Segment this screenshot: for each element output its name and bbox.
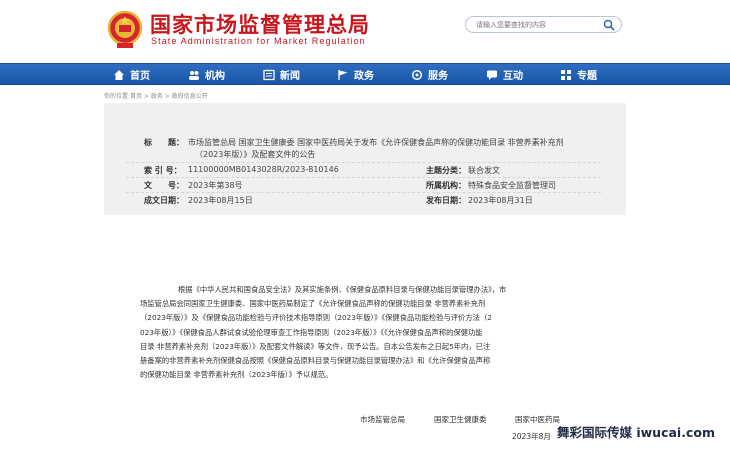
nav-label: 政务 (354, 71, 374, 82)
nav-label: 服务 (428, 71, 448, 82)
doc-number-value: 2023年第38号 (188, 181, 243, 190)
organization-value: 特殊食品安全监督管理司 (468, 181, 556, 190)
people-icon (189, 70, 199, 80)
article-body: 根据《中华人民共和国食品安全法》及其实施条例、《保健食品原料目录与保健功能目录管… (140, 283, 570, 382)
nav-organization[interactable]: 机构 (188, 64, 225, 85)
nav-interaction[interactable]: 互动 (486, 64, 523, 85)
published-date-value: 2023年08月31日 (468, 196, 533, 205)
document-meta-box: 标 题： 市场监管总局 国家卫生健康委 国家中医药局关于发布《允许保健食品声称的… (104, 103, 626, 215)
nav-label: 互动 (503, 71, 523, 82)
nav-services[interactable]: 服务 (411, 64, 448, 85)
signatory-nhc: 国家卫生健康委 (434, 415, 487, 424)
signatory-natcm: 国家中医药局 (515, 415, 560, 424)
nav-label: 新闻 (280, 71, 300, 82)
title-label: 标 题： (144, 138, 184, 147)
category-value: 联合发文 (468, 166, 500, 175)
site-title[interactable]: 国家市场监督管理总局 (150, 9, 370, 39)
nav-topics[interactable]: 专题 (560, 64, 597, 85)
index-value: 11100000MB0143028R/2023-810146 (188, 165, 339, 174)
nav-label: 专题 (577, 71, 597, 82)
article-line: 的保健功能目录 非营养素补充剂（2023年版）》予以规范。 (140, 370, 333, 380)
created-date-value: 2023年08月15日 (188, 196, 253, 205)
site-header: 国家市场监督管理总局 State Administration for Mark… (0, 0, 730, 62)
nav-news[interactable]: 新闻 (263, 64, 300, 85)
chat-icon (487, 70, 497, 80)
search-box[interactable] (465, 16, 622, 33)
published-date-label: 发布日期： (426, 196, 466, 205)
home-icon (114, 69, 124, 80)
nav-label: 机构 (205, 71, 225, 82)
article-line: 场监管总局会同国家卫生健康委、国家中医药局制定了《允许保健食品声称的保健功能目录… (140, 299, 486, 309)
watermark: 舞彩国际传媒 iwucai.com (557, 425, 715, 440)
national-emblem-icon (107, 10, 143, 48)
divider (126, 162, 601, 163)
signatory-samr: 市场监管总局 (360, 415, 405, 424)
search-icon[interactable] (603, 19, 615, 31)
news-icon (263, 69, 275, 80)
organization-label: 所属机构： (426, 181, 466, 190)
divider (126, 192, 601, 193)
article-line: 023年版）》《保健食品人群试食试验伦理审查工作指导原则（2023年版）》《《允… (140, 327, 483, 337)
flag-icon (338, 69, 348, 80)
article-line: 根据《中华人民共和国食品安全法》及其实施条例、《保健食品原料目录与保健功能目录管… (178, 285, 507, 294)
document-title-line2: （2023年版）》及配套文件的公告 (195, 150, 316, 159)
service-icon (411, 69, 423, 80)
nav-government-affairs[interactable]: 政务 (337, 64, 374, 85)
article-line: （2023年版）》及《保健食品功能检验与评价技术指导原则（2023年版）》《保健… (140, 313, 492, 323)
search-input[interactable] (476, 18, 596, 31)
grid-icon (561, 69, 571, 80)
created-date-label: 成文日期： (144, 196, 184, 205)
nav-label: 首页 (130, 71, 150, 82)
article-line: 册备案的非营养素补充剂保健食品按照《保健食品原料目录与保健功能目录管理办法》和《… (140, 356, 491, 366)
document-title-line1: 市场监管总局 国家卫生健康委 国家中医药局关于发布《允许保健食品声称的保健功能目… (188, 138, 564, 147)
breadcrumb[interactable]: 你的位置:首页 > 政务 > 政府信息公开 (104, 91, 208, 100)
doc-number-label: 文 号： (144, 181, 184, 190)
issue-date: 2023年8月 (512, 432, 551, 441)
article-line: 目录 非营养素补充剂（2023年版）》及配套文件解读》等文件，现予公告。自本公告… (140, 341, 491, 351)
article-paragraph: 根据《中华人民共和国食品安全法》及其实施条例、《保健食品原料目录与保健功能目录管… (140, 283, 570, 382)
index-label: 索 引 号： (144, 166, 182, 175)
nav-home[interactable]: 首页 (113, 64, 150, 85)
main-nav: 首页 机构 新闻 政务 服务 互动 专题 (0, 63, 730, 85)
category-label: 主题分类： (426, 166, 466, 175)
divider (126, 177, 601, 178)
site-subtitle: State Administration for Market Regulati… (151, 36, 366, 46)
